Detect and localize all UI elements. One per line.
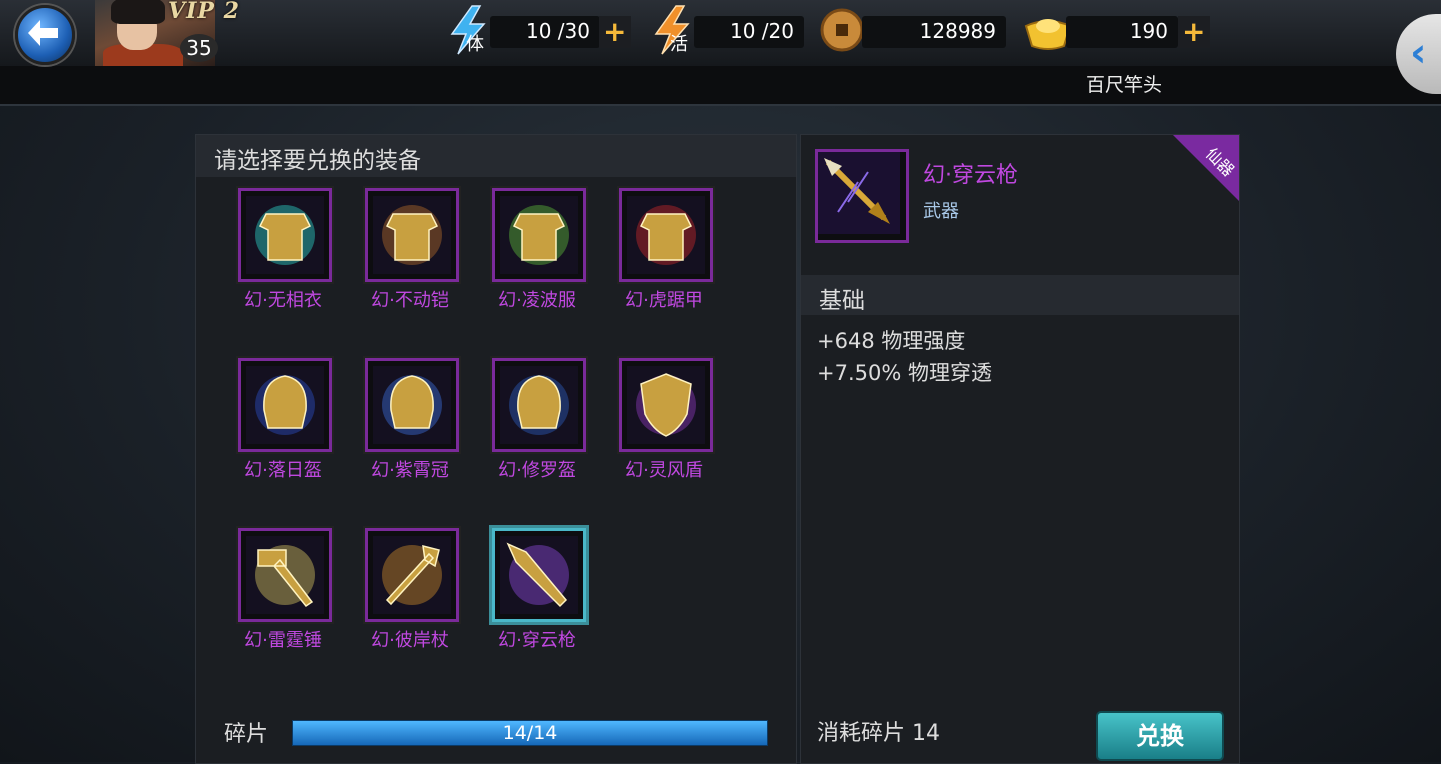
item-frame	[365, 528, 459, 622]
item-name: 幻·穿云枪	[498, 630, 576, 651]
equipment-item[interactable]: 幻·雷霆锤	[238, 528, 332, 658]
stamina-add-button[interactable]: +	[599, 16, 631, 48]
panel-title: 请选择要兑换的装备	[214, 148, 421, 174]
item-frame	[365, 188, 459, 282]
selected-item-name: 幻·穿云枪	[923, 163, 1018, 188]
item-frame	[619, 358, 713, 452]
armor-icon	[246, 196, 324, 274]
sub-bar	[0, 66, 1441, 106]
chevron-left-icon: ‹	[1410, 30, 1427, 76]
stat-line: +648 物理强度	[817, 329, 966, 353]
back-button[interactable]	[15, 5, 75, 65]
stat-line: +7.50% 物理穿透	[817, 361, 992, 385]
exchange-button[interactable]: 兑换	[1096, 711, 1224, 761]
item-frame	[238, 358, 332, 452]
player-level: 35	[180, 34, 218, 62]
equipment-item[interactable]: 幻·凌波服	[492, 188, 586, 318]
rarity-badge: 仙器	[1173, 135, 1239, 201]
fragment-cost-label: 消耗碎片 14	[817, 721, 940, 746]
plus-icon: +	[603, 15, 627, 48]
helmet-icon	[246, 366, 324, 444]
armor-icon	[500, 196, 578, 274]
shield-icon	[627, 366, 705, 444]
activity-counter: 10 /20	[694, 16, 804, 48]
fragments-progress-bar: 14/14	[292, 720, 768, 746]
staff-icon	[373, 536, 451, 614]
item-frame	[619, 188, 713, 282]
armor-icon	[373, 196, 451, 274]
armor-icon	[627, 196, 705, 274]
coin-value: 128989	[919, 19, 996, 43]
equipment-item[interactable]: 幻·不动铠	[365, 188, 459, 318]
equipment-item[interactable]: 幻·虎踞甲	[619, 188, 713, 318]
item-frame	[492, 188, 586, 282]
selected-item-icon	[815, 149, 909, 243]
fragments-progress-text: 14/14	[502, 722, 558, 744]
stamina-value: 10 /30	[526, 19, 590, 43]
item-name: 幻·无相衣	[244, 290, 322, 311]
item-name: 幻·雷霆锤	[244, 630, 322, 651]
title-label: 百尺竿头	[1086, 74, 1163, 96]
spear-icon	[818, 152, 900, 234]
stats-list: +648 物理强度 +7.50% 物理穿透	[817, 325, 992, 389]
panel-header: 请选择要兑换的装备	[196, 135, 796, 177]
equipment-detail-panel: 幻·穿云枪 武器 仙器 基础 +648 物理强度 +7.50% 物理穿透 消耗碎…	[800, 134, 1240, 764]
hammer-icon	[246, 536, 324, 614]
item-frame	[365, 358, 459, 452]
gold-counter: 190	[1066, 16, 1178, 48]
equipment-item[interactable]: 幻·彼岸杖	[365, 528, 459, 658]
arrow-left-icon	[28, 20, 58, 46]
equipment-item[interactable]: 幻·穿云枪	[492, 528, 586, 658]
item-name: 幻·灵风盾	[625, 460, 703, 481]
equipment-item[interactable]: 幻·修罗盔	[492, 358, 586, 488]
item-name: 幻·紫霄冠	[371, 460, 449, 481]
item-name: 幻·修罗盔	[498, 460, 576, 481]
fragments-label: 碎片	[224, 722, 269, 747]
item-frame	[492, 358, 586, 452]
item-frame	[492, 528, 586, 622]
item-name: 幻·不动铠	[371, 290, 449, 311]
item-frame	[238, 528, 332, 622]
activity-value: 10 /20	[730, 19, 794, 43]
gold-value: 190	[1129, 19, 1168, 43]
item-name: 幻·凌波服	[498, 290, 576, 311]
helmet-icon	[373, 366, 451, 444]
helmet-icon	[500, 366, 578, 444]
stamina-counter: 10 /30	[490, 16, 600, 48]
spear-icon	[500, 536, 578, 614]
gold-add-button[interactable]: +	[1178, 16, 1210, 48]
item-name: 幻·虎踞甲	[625, 290, 703, 311]
stats-section-header: 基础	[801, 275, 1239, 315]
coin-counter: 128989	[862, 16, 1006, 48]
item-frame	[238, 188, 332, 282]
equipment-item[interactable]: 幻·落日盔	[238, 358, 332, 488]
selected-item-type: 武器	[923, 201, 959, 222]
item-name: 幻·落日盔	[244, 460, 322, 481]
equipment-item[interactable]: 幻·紫霄冠	[365, 358, 459, 488]
item-name: 幻·彼岸杖	[371, 630, 449, 651]
equipment-item[interactable]: 幻·无相衣	[238, 188, 332, 318]
stats-section-title: 基础	[819, 288, 865, 314]
equipment-item[interactable]: 幻·灵风盾	[619, 358, 713, 488]
plus-icon: +	[1182, 15, 1206, 48]
activity-label: 活	[670, 34, 688, 55]
stamina-label: 体	[466, 34, 484, 55]
vip-label: VIP 2	[168, 0, 240, 24]
